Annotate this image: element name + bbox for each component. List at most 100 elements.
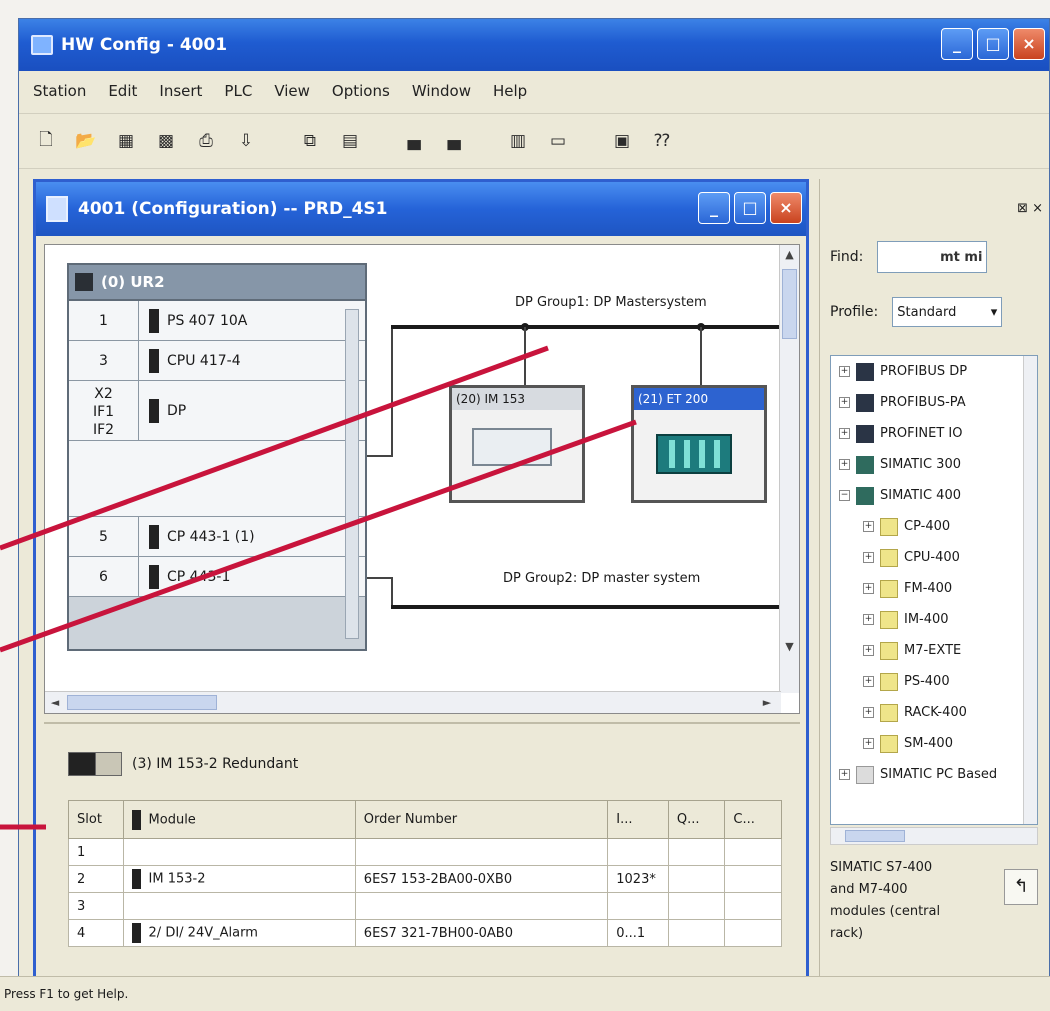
col-module[interactable]: Module xyxy=(122,800,356,839)
slave-et200[interactable]: (21) ET 200 xyxy=(631,385,767,503)
scroll-thumb[interactable] xyxy=(67,695,217,710)
rack-row-empty[interactable] xyxy=(69,441,365,517)
canvas-horizontal-scrollbar[interactable]: ◄ ► xyxy=(45,691,781,713)
menu-help[interactable]: Help xyxy=(493,82,527,100)
station-minimize-button[interactable]: _ xyxy=(698,192,730,224)
table-row[interactable]: 4 2/ DI/ 24V_Alarm 6ES7 321-7BH00-0AB0 0… xyxy=(68,919,782,947)
detail-view: (3) IM 153-2 Redundant Slot Module Order… xyxy=(44,722,800,984)
expand-icon[interactable]: + xyxy=(863,707,874,718)
slave-im153[interactable]: (20) IM 153 xyxy=(449,385,585,503)
col-q-address[interactable]: Q... xyxy=(667,800,726,839)
catalog-tree-item[interactable]: + FM-400 xyxy=(831,573,1037,604)
catalog-tree[interactable]: + PROFIBUS DP + PROFIBUS-PA + PROFINET IO + SIM… xyxy=(830,355,1038,825)
scroll-thumb[interactable] xyxy=(782,269,797,339)
expand-icon[interactable]: + xyxy=(863,583,874,594)
catalog-tree-item[interactable]: + SIMATIC 300 xyxy=(831,449,1037,480)
table-row[interactable]: 3 xyxy=(68,892,782,920)
expand-icon[interactable]: + xyxy=(839,769,850,780)
save-icon[interactable]: ▦ xyxy=(113,128,139,154)
catalog-tree-item[interactable]: + IM-400 xyxy=(831,604,1037,635)
col-comment[interactable]: C... xyxy=(724,800,782,839)
help-icon[interactable]: ⁇ xyxy=(649,128,675,154)
tree-scrollbar[interactable] xyxy=(1023,356,1037,824)
maximize-button[interactable]: □ xyxy=(977,28,1009,60)
paste-icon[interactable]: ▤ xyxy=(337,128,363,154)
rack-row[interactable]: 3 CPU 417-4 xyxy=(69,341,365,381)
expand-icon[interactable]: + xyxy=(839,397,850,408)
scroll-up-icon[interactable]: ▲ xyxy=(780,245,799,265)
col-order-number[interactable]: Order Number xyxy=(354,800,609,839)
tree-horizontal-scrollbar[interactable] xyxy=(830,827,1038,845)
expand-icon[interactable]: + xyxy=(863,521,874,532)
expand-icon[interactable]: + xyxy=(863,552,874,563)
menu-insert[interactable]: Insert xyxy=(159,82,202,100)
forward-button[interactable] xyxy=(95,753,121,775)
expand-icon[interactable]: + xyxy=(839,459,850,470)
catalog-tree-item[interactable]: + SM-400 xyxy=(831,728,1037,759)
expand-icon[interactable]: + xyxy=(863,645,874,656)
rack-ur2[interactable]: (0) UR2 1 PS 407 10A 3 CPU 417-4 X2 IF1 … xyxy=(67,263,367,651)
save-compile-icon[interactable]: ▩ xyxy=(153,128,179,154)
expand-icon[interactable]: + xyxy=(839,428,850,439)
scroll-down-icon[interactable]: ▼ xyxy=(780,637,799,657)
scroll-left-icon[interactable]: ◄ xyxy=(45,692,65,713)
table-row[interactable]: 2 IM 153-2 6ES7 153-2BA00-0XB0 1023* xyxy=(68,865,782,893)
station-close-button[interactable]: × xyxy=(770,192,802,224)
catalog-tree-item[interactable]: + RACK-400 xyxy=(831,697,1037,728)
rack-row[interactable]: 1 PS 407 10A xyxy=(69,301,365,341)
find-input[interactable]: mt mi xyxy=(877,241,988,273)
close-button[interactable]: × xyxy=(1013,28,1045,60)
rack-scrollbar[interactable] xyxy=(345,309,359,639)
menu-edit[interactable]: Edit xyxy=(108,82,137,100)
collapse-icon[interactable]: − xyxy=(839,490,850,501)
station-canvas[interactable]: (0) UR2 1 PS 407 10A 3 CPU 417-4 X2 IF1 … xyxy=(44,244,800,714)
scroll-thumb[interactable] xyxy=(845,830,905,842)
rack-icon[interactable]: ▭ xyxy=(545,128,571,154)
catalog-tree-item[interactable]: + PROFIBUS-PA xyxy=(831,387,1037,418)
rack-row[interactable]: 6 CP 443-1 xyxy=(69,557,365,597)
print-icon[interactable]: ⎙ xyxy=(193,128,219,154)
catalog-tree-item[interactable]: + M7-EXTE xyxy=(831,635,1037,666)
catalog-tree-item[interactable]: + SIMATIC PC Based xyxy=(831,759,1037,790)
menu-station[interactable]: Station xyxy=(33,82,86,100)
upload-icon[interactable]: ▄ xyxy=(401,128,427,154)
new-icon[interactable]: 🗋 xyxy=(33,128,59,154)
chevron-down-icon[interactable]: ▾ xyxy=(991,305,998,320)
minimize-button[interactable]: _ xyxy=(941,28,973,60)
catalog-tree-item[interactable]: + CPU-400 xyxy=(831,542,1037,573)
catalog-tree-item[interactable]: + PROFINET IO xyxy=(831,418,1037,449)
menu-view[interactable]: View xyxy=(274,82,310,100)
monitor-icon[interactable]: ▣ xyxy=(609,128,635,154)
rack-row[interactable]: X2 IF1 IF2 DP xyxy=(69,381,365,441)
col-i-address[interactable]: I... xyxy=(607,800,669,839)
info-link-icon[interactable]: ↰ xyxy=(1004,869,1038,905)
dp-master-bus-1[interactable] xyxy=(391,325,779,329)
rack-row[interactable]: 5 CP 443-1 (1) xyxy=(69,517,365,557)
dp-master-bus-2[interactable] xyxy=(391,605,779,609)
download-icon[interactable]: ⇩ xyxy=(233,128,259,154)
menu-options[interactable]: Options xyxy=(332,82,390,100)
expand-icon[interactable]: + xyxy=(863,738,874,749)
catalog-close-button[interactable]: ⊠ × xyxy=(1017,201,1043,216)
catalog-tree-item[interactable]: + CP-400 xyxy=(831,511,1037,542)
module-icon[interactable]: ▥ xyxy=(505,128,531,154)
catalog-tree-item[interactable]: − SIMATIC 400 xyxy=(831,480,1037,511)
profile-select[interactable]: Standard ▾ xyxy=(892,297,1003,327)
download-to-plc-icon[interactable]: ▄ xyxy=(441,128,467,154)
view-toggle[interactable] xyxy=(68,752,122,776)
canvas-vertical-scrollbar[interactable]: ▲ ▼ xyxy=(779,245,799,693)
col-slot[interactable]: Slot xyxy=(68,800,124,839)
menu-plc[interactable]: PLC xyxy=(224,82,252,100)
catalog-tree-item[interactable]: + PROFIBUS DP xyxy=(831,356,1037,387)
copy-icon[interactable]: ⧉ xyxy=(297,128,323,154)
scroll-right-icon[interactable]: ► xyxy=(757,692,777,713)
expand-icon[interactable]: + xyxy=(863,676,874,687)
expand-icon[interactable]: + xyxy=(863,614,874,625)
menu-window[interactable]: Window xyxy=(412,82,471,100)
expand-icon[interactable]: + xyxy=(839,366,850,377)
station-maximize-button[interactable]: □ xyxy=(734,192,766,224)
open-icon[interactable]: 📂 xyxy=(73,128,99,154)
table-row[interactable]: 1 xyxy=(68,838,782,866)
back-button[interactable] xyxy=(69,753,95,775)
catalog-tree-item[interactable]: + PS-400 xyxy=(831,666,1037,697)
